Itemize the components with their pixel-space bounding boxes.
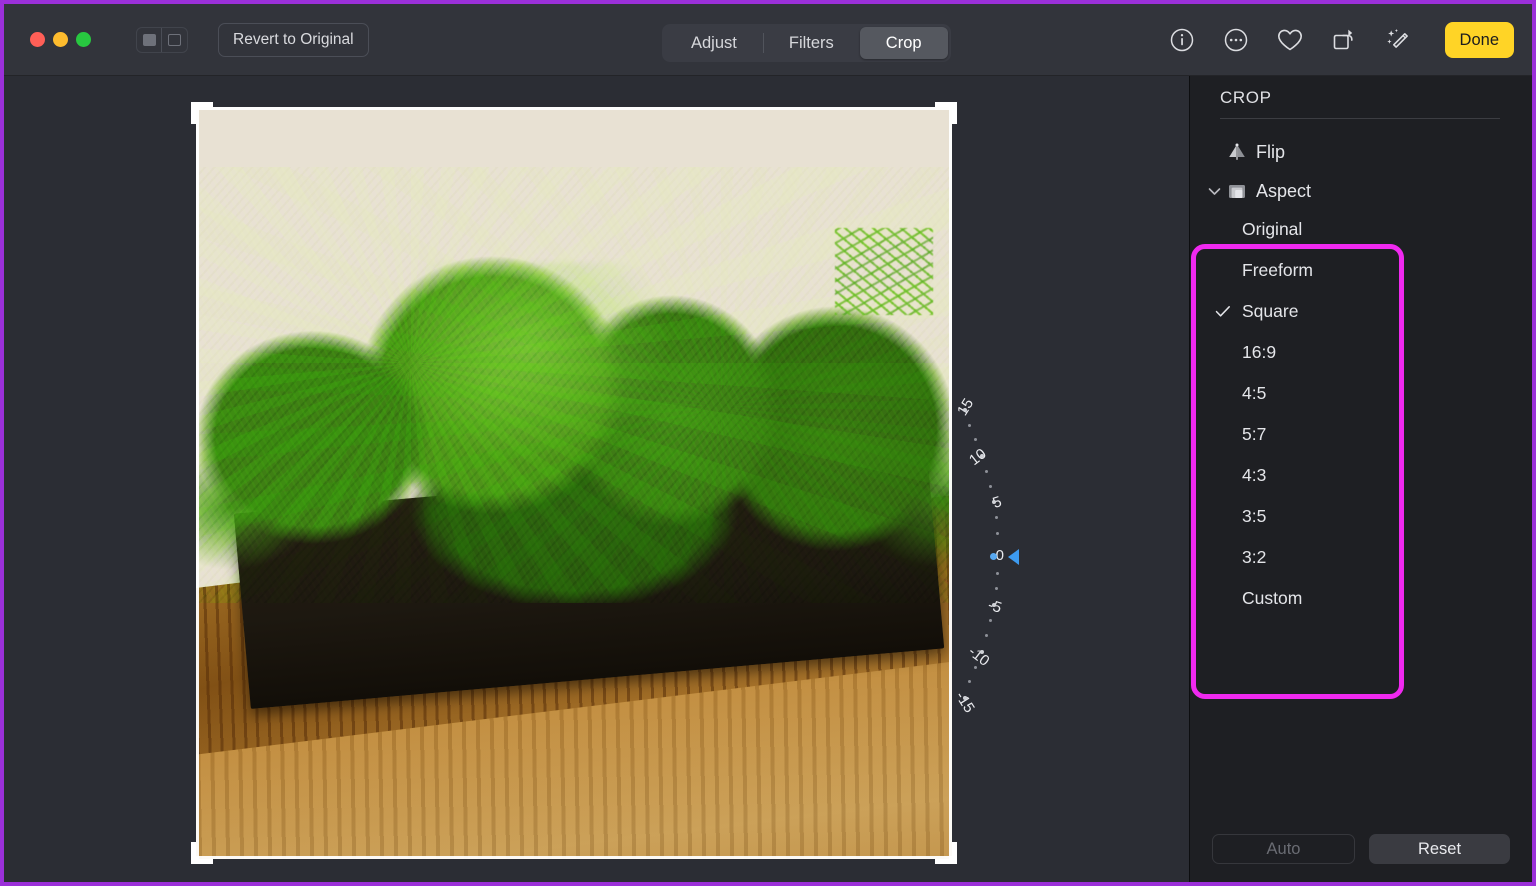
dial-label-10p: 10 bbox=[966, 445, 990, 470]
dial-label-15n: -15 bbox=[951, 688, 978, 716]
auto-button[interactable]: Auto bbox=[1212, 834, 1355, 864]
rotation-dial[interactable]: 15 10 5 0 -5 -10 -15 bbox=[942, 386, 1028, 726]
aspect-option-freeform[interactable]: Freeform bbox=[1204, 254, 1510, 286]
edit-mode-segmented-control[interactable]: Adjust Filters Crop bbox=[662, 24, 951, 62]
more-icon[interactable] bbox=[1221, 25, 1251, 55]
done-button[interactable]: Done bbox=[1444, 22, 1514, 58]
photo-moss bbox=[196, 167, 952, 604]
aspect-option-label: 3:5 bbox=[1242, 505, 1267, 526]
close-button[interactable] bbox=[30, 32, 45, 47]
aspect-option-original[interactable]: Original bbox=[1204, 213, 1510, 245]
sidebar-item-flip[interactable]: Flip bbox=[1204, 134, 1510, 170]
flip-icon bbox=[1224, 143, 1250, 161]
aspect-option-3-2[interactable]: 3:2 bbox=[1204, 541, 1510, 573]
toolbar-actions: Done bbox=[1167, 4, 1514, 76]
aspect-option-3-5[interactable]: 3:5 bbox=[1204, 500, 1510, 532]
photo-image bbox=[196, 107, 952, 859]
aspect-label: Aspect bbox=[1256, 180, 1312, 201]
dial-label-5p: 5 bbox=[990, 493, 1004, 512]
aspect-option-label: Original bbox=[1242, 218, 1303, 239]
info-icon[interactable] bbox=[1167, 25, 1197, 55]
sidebar-toggle-right[interactable] bbox=[162, 28, 187, 52]
maximize-button[interactable] bbox=[76, 32, 91, 47]
tab-adjust[interactable]: Adjust bbox=[665, 27, 763, 59]
sidebar-footer-actions: Auto Reset bbox=[1212, 834, 1510, 864]
flip-label: Flip bbox=[1256, 141, 1286, 162]
aspect-option-label: 3:2 bbox=[1242, 546, 1267, 567]
checkmark-icon bbox=[1204, 305, 1242, 318]
top-toolbar: Revert to Original Adjust Filters Crop D… bbox=[4, 4, 1532, 76]
chevron-down-icon[interactable] bbox=[1204, 187, 1224, 196]
aspect-option-custom[interactable]: Custom bbox=[1204, 582, 1510, 614]
tab-filters[interactable]: Filters bbox=[762, 27, 860, 59]
aspect-option-4-3[interactable]: 4:3 bbox=[1204, 459, 1510, 491]
aspect-option-square[interactable]: Square bbox=[1204, 295, 1510, 327]
dial-label-5n: -5 bbox=[960, 588, 1004, 616]
panel-title: CROP bbox=[1220, 88, 1272, 107]
revert-to-original-button[interactable]: Revert to Original bbox=[218, 22, 369, 57]
photo-canvas: 15 10 5 0 -5 -10 -15 bbox=[4, 76, 1189, 882]
aspect-icon bbox=[1224, 183, 1250, 200]
window-controls bbox=[30, 32, 91, 47]
crop-sidebar: CROP Flip Aspect Original Freeform Squar… bbox=[1189, 76, 1532, 882]
aspect-option-label: 5:7 bbox=[1242, 423, 1267, 444]
sidebar-toggle-icon[interactable] bbox=[136, 26, 188, 53]
aspect-option-label: 4:5 bbox=[1242, 382, 1267, 403]
panel-divider bbox=[1220, 118, 1500, 119]
aspect-option-label: Freeform bbox=[1242, 259, 1313, 280]
dial-label-15p: 15 bbox=[945, 396, 977, 434]
aspect-option-label: 4:3 bbox=[1242, 464, 1267, 485]
rotate-icon[interactable] bbox=[1329, 25, 1359, 55]
reset-button[interactable]: Reset bbox=[1369, 834, 1510, 864]
app-window: Revert to Original Adjust Filters Crop D… bbox=[0, 0, 1536, 886]
sidebar-item-aspect[interactable]: Aspect bbox=[1204, 173, 1510, 209]
photo-crop-area[interactable] bbox=[191, 102, 957, 864]
auto-enhance-icon[interactable] bbox=[1383, 25, 1413, 55]
aspect-option-4-5[interactable]: 4:5 bbox=[1204, 377, 1510, 409]
dial-marker-icon bbox=[1008, 549, 1019, 565]
tab-crop[interactable]: Crop bbox=[859, 27, 948, 59]
aspect-option-5-7[interactable]: 5:7 bbox=[1204, 418, 1510, 450]
heart-icon[interactable] bbox=[1275, 25, 1305, 55]
aspect-option-16-9[interactable]: 16:9 bbox=[1204, 336, 1510, 368]
dial-current-dot bbox=[990, 553, 997, 560]
sidebar-toggle-left[interactable] bbox=[137, 27, 162, 52]
dial-label-0: 0 bbox=[995, 547, 1004, 564]
aspect-option-label: 16:9 bbox=[1242, 341, 1277, 362]
minimize-button[interactable] bbox=[53, 32, 68, 47]
aspect-option-label: Custom bbox=[1242, 587, 1303, 608]
aspect-option-label: Square bbox=[1242, 300, 1299, 321]
